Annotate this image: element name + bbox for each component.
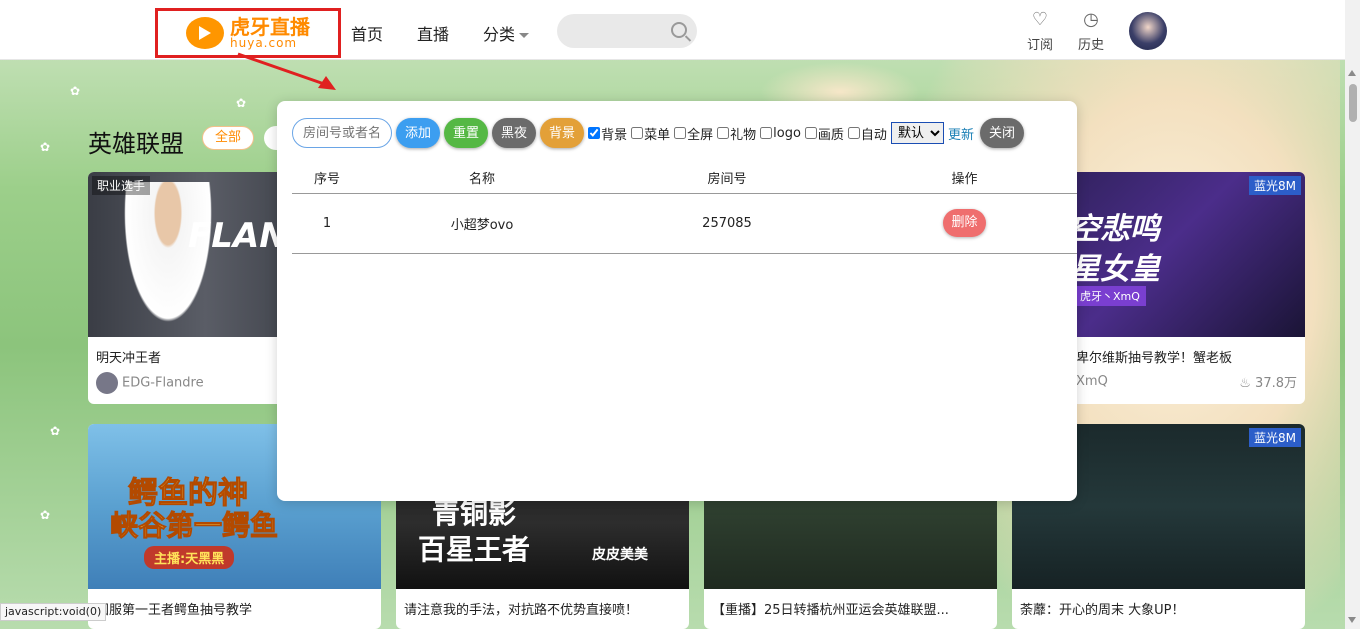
- checkbox-background[interactable]: 背景: [588, 124, 627, 143]
- streamer-avatar: [96, 372, 118, 394]
- chevron-down-icon: [519, 33, 530, 38]
- status-bar-url: javascript:void(0): [0, 603, 107, 621]
- avatar[interactable]: [1129, 12, 1167, 50]
- heart-icon: ♡: [1031, 9, 1049, 30]
- nav-live[interactable]: 直播: [417, 21, 449, 45]
- history-label: 历史: [1077, 38, 1104, 53]
- checkbox-input[interactable]: [631, 127, 644, 139]
- thumb-tag: 皮皮美美: [592, 547, 648, 563]
- dark-mode-button[interactable]: 黑夜: [492, 118, 537, 148]
- flower-decoration: ✿: [40, 508, 51, 522]
- page-scrollbar[interactable]: [1345, 0, 1360, 629]
- streamer-info[interactable]: EDG-Flandre: [96, 372, 204, 394]
- section-title: 英雄联盟: [88, 130, 184, 158]
- checkbox-label: 自动: [860, 127, 887, 143]
- panel-toolbar: 添加 重置 黑夜 背景 背景 菜单 全屏 礼物 logo 画质 自动 默认 更新…: [292, 118, 1024, 148]
- col-header-action: 操作: [852, 163, 1077, 194]
- checkbox-label: 菜单: [644, 127, 671, 143]
- search-icon[interactable]: [671, 22, 687, 38]
- quality-badge: 蓝光8M: [1249, 176, 1301, 195]
- search-input[interactable]: [557, 14, 697, 48]
- flower-decoration: ✿: [40, 140, 51, 154]
- clock-icon: ◷: [1083, 9, 1099, 30]
- checkbox-label: logo: [773, 125, 801, 141]
- thumb-caption: 星女皇: [1070, 252, 1160, 287]
- checkbox-quality[interactable]: 画质: [804, 124, 844, 143]
- stream-title[interactable]: 国服第一王者鳄鱼抽号教学: [88, 589, 381, 622]
- background-button[interactable]: 背景: [540, 118, 585, 148]
- logo-text-cn: 虎牙直播: [230, 15, 310, 39]
- scroll-down-arrow-icon[interactable]: [1348, 617, 1356, 623]
- thumb-tag: 主播:天黑黑: [144, 546, 235, 569]
- top-header: 虎牙直播 huya.com 首页 直播 分类 ♡ 订阅 ◷ 历史: [0, 0, 1345, 60]
- flower-decoration: ✿: [70, 84, 81, 98]
- checkbox-input[interactable]: [674, 127, 687, 139]
- checkbox-label: 全屏: [687, 127, 714, 143]
- checkbox-input[interactable]: [717, 127, 730, 139]
- checkbox-label: 画质: [817, 127, 844, 143]
- add-button[interactable]: 添加: [396, 118, 441, 148]
- checkbox-label: 礼物: [730, 127, 757, 143]
- checkbox-input[interactable]: [588, 127, 601, 139]
- checkbox-input[interactable]: [804, 127, 817, 139]
- nav-category-label: 分类: [483, 25, 516, 44]
- thumb-caption: FLAN: [188, 216, 288, 256]
- checkbox-input[interactable]: [847, 127, 860, 139]
- col-header-room: 房间号: [602, 163, 852, 194]
- col-header-index: 序号: [292, 163, 362, 194]
- nav-home[interactable]: 首页: [351, 21, 383, 45]
- thumb-caption: 百星王者: [418, 533, 531, 566]
- annotation-arrow: [237, 52, 336, 90]
- cell-action: 删除: [852, 193, 1077, 254]
- col-header-name: 名称: [362, 163, 602, 194]
- quality-select[interactable]: 默认: [890, 122, 944, 144]
- thumb-tag: 虎牙丶XmQ: [1074, 286, 1146, 306]
- nav-category[interactable]: 分类: [483, 21, 530, 45]
- checkbox-auto[interactable]: 自动: [847, 124, 887, 143]
- checkbox-gift[interactable]: 礼物: [717, 124, 756, 143]
- scroll-up-arrow-icon[interactable]: [1348, 70, 1356, 76]
- logo-text-en: huya.com: [230, 36, 298, 50]
- stream-title[interactable]: 【重播】25日转播杭州亚运会英雄联盟...: [704, 589, 997, 622]
- quality-badge: 蓝光8M: [1249, 428, 1301, 447]
- cell-index: 1: [292, 193, 362, 254]
- reset-button[interactable]: 重置: [444, 118, 489, 148]
- update-link[interactable]: 更新: [948, 124, 974, 143]
- close-button[interactable]: 关闭: [979, 118, 1024, 148]
- table-row: 1 小超梦ovo 257085 删除: [292, 193, 1077, 254]
- subscribe-label: 订阅: [1026, 38, 1053, 53]
- streamer-name[interactable]: XmQ: [1076, 374, 1108, 389]
- thumb-caption: 空悲鸣: [1070, 212, 1160, 247]
- huya-logo-icon: [186, 17, 224, 49]
- scrollbar-thumb[interactable]: [1349, 84, 1357, 122]
- stream-title[interactable]: 请注意我的手法，对抗路不优势直接喷！: [396, 589, 689, 622]
- checkbox-input[interactable]: [760, 127, 773, 139]
- room-table: 序号 名称 房间号 操作 1 小超梦ovo 257085 删除: [292, 163, 1077, 254]
- thumb-caption: 峡谷第一鳄鱼: [109, 509, 279, 543]
- subscribe-button[interactable]: ♡ 订阅: [1020, 9, 1060, 54]
- history-button[interactable]: ◷ 历史: [1071, 9, 1111, 54]
- checkbox-logo[interactable]: logo: [760, 126, 801, 141]
- checkbox-label: 背景: [601, 127, 628, 143]
- stream-title[interactable]: 荼蘼：开心的周末 大象UP！: [1012, 589, 1305, 622]
- fire-icon: ♨: [1239, 376, 1251, 391]
- checkbox-menu[interactable]: 菜单: [631, 124, 670, 143]
- filter-chip-all[interactable]: 全部: [202, 126, 255, 150]
- flower-decoration: ✿: [50, 424, 61, 438]
- viewer-count: ♨ 37.8万: [1239, 372, 1297, 391]
- room-search-input[interactable]: [292, 118, 392, 148]
- delete-button[interactable]: 删除: [943, 209, 986, 237]
- streamer-figure: [118, 182, 218, 337]
- viewer-count-value: 37.8万: [1255, 376, 1297, 391]
- checkbox-fullscreen[interactable]: 全屏: [674, 124, 713, 143]
- cell-room: 257085: [602, 193, 852, 254]
- room-manager-panel: 添加 重置 黑夜 背景 背景 菜单 全屏 礼物 logo 画质 自动 默认 更新…: [277, 101, 1077, 501]
- streamer-name: EDG-Flandre: [122, 375, 204, 391]
- pro-player-tag: 职业选手: [92, 176, 151, 195]
- cell-name: 小超梦ovo: [362, 193, 602, 254]
